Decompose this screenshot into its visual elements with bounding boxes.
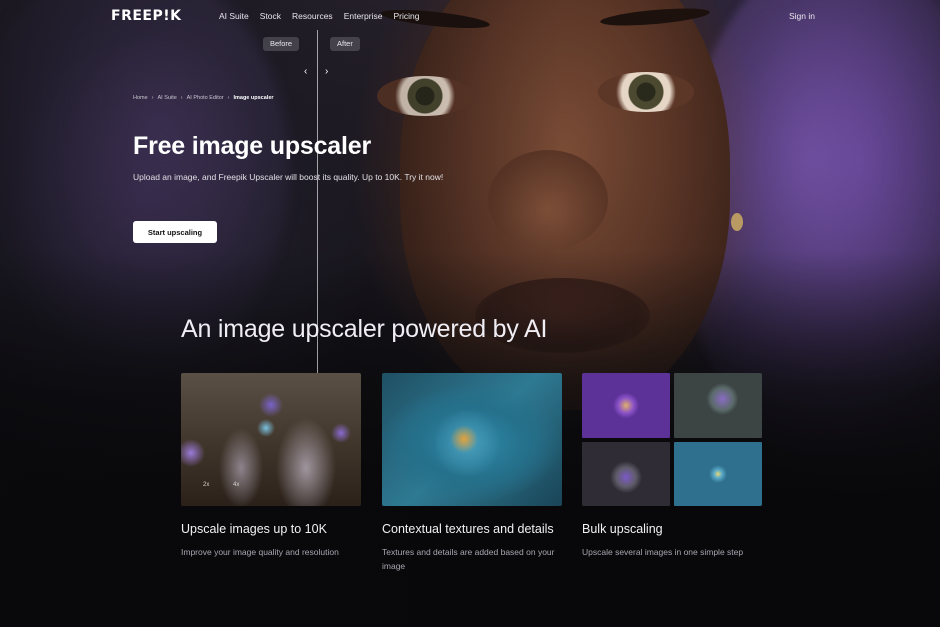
- card-title: Contextual textures and details: [382, 522, 554, 536]
- nav-link-stock[interactable]: Stock: [260, 11, 281, 21]
- hero-subtitle: Upload an image, and Freepik Upscaler wi…: [133, 172, 444, 182]
- feature-card-upscale: 2x 4x Upscale images up to 10K Improve y…: [181, 373, 361, 559]
- features-title: An image upscaler powered by AI: [181, 315, 548, 343]
- grid-image-purple-flower: [582, 373, 670, 438]
- page-title: Free image upscaler: [133, 132, 371, 160]
- grid-image-hands-bloom: [582, 441, 670, 506]
- nav-link-ai-suite[interactable]: AI Suite: [219, 11, 249, 21]
- grid-image-blue-bloom: [674, 441, 762, 506]
- scale-badge-2x: 2x: [203, 482, 210, 488]
- grid-image-hands-flowers: [674, 373, 762, 438]
- nav-links: AI Suite Stock Resources Enterprise Pric…: [219, 11, 430, 21]
- nav-link-resources[interactable]: Resources: [292, 11, 333, 21]
- nav-link-enterprise[interactable]: Enterprise: [344, 11, 383, 21]
- card-image-blue-flower: [382, 373, 562, 506]
- chevron-right-icon[interactable]: ›: [325, 66, 328, 77]
- card-title: Upscale images up to 10K: [181, 522, 327, 536]
- breadcrumb-home[interactable]: Home: [133, 95, 148, 101]
- top-nav: FREEP!K AI Suite Stock Resources Enterpr…: [0, 0, 940, 32]
- scale-badge-4x: 4x: [233, 482, 240, 488]
- card-description: Textures and details are added based on …: [382, 547, 555, 571]
- breadcrumb-ai-photo-editor[interactable]: AI Photo Editor: [187, 95, 224, 101]
- card-description: Improve your image quality and resolutio…: [181, 547, 339, 557]
- chevron-left-icon[interactable]: ‹: [304, 66, 307, 77]
- start-upscaling-button[interactable]: Start upscaling: [133, 221, 217, 243]
- page: FREEP!K AI Suite Stock Resources Enterpr…: [0, 0, 940, 627]
- after-label: After: [330, 37, 360, 51]
- card-description: Upscale several images in one simple ste…: [582, 547, 744, 557]
- breadcrumb-separator: ›: [151, 95, 154, 101]
- before-label: Before: [263, 37, 300, 51]
- card-image-grid: [582, 373, 762, 506]
- compare-slider-handle[interactable]: [317, 30, 318, 405]
- breadcrumb-separator: ›: [180, 95, 183, 101]
- nav-link-pricing[interactable]: Pricing: [393, 11, 419, 21]
- breadcrumb-separator: ›: [227, 95, 230, 101]
- sign-in-link[interactable]: Sign in: [789, 11, 815, 21]
- freepik-logo[interactable]: FREEP!K: [111, 8, 181, 24]
- breadcrumb: Home › AI Suite › AI Photo Editor › Imag…: [133, 95, 274, 101]
- card-image-hands-flowers: 2x 4x: [181, 373, 361, 506]
- breadcrumb-current: Image upscaler: [233, 95, 274, 101]
- card-title: Bulk upscaling: [582, 522, 663, 536]
- feature-card-bulk: Bulk upscaling Upscale several images in…: [582, 373, 762, 559]
- breadcrumb-ai-suite[interactable]: AI Suite: [158, 95, 177, 101]
- feature-card-textures: Contextual textures and details Textures…: [382, 373, 562, 573]
